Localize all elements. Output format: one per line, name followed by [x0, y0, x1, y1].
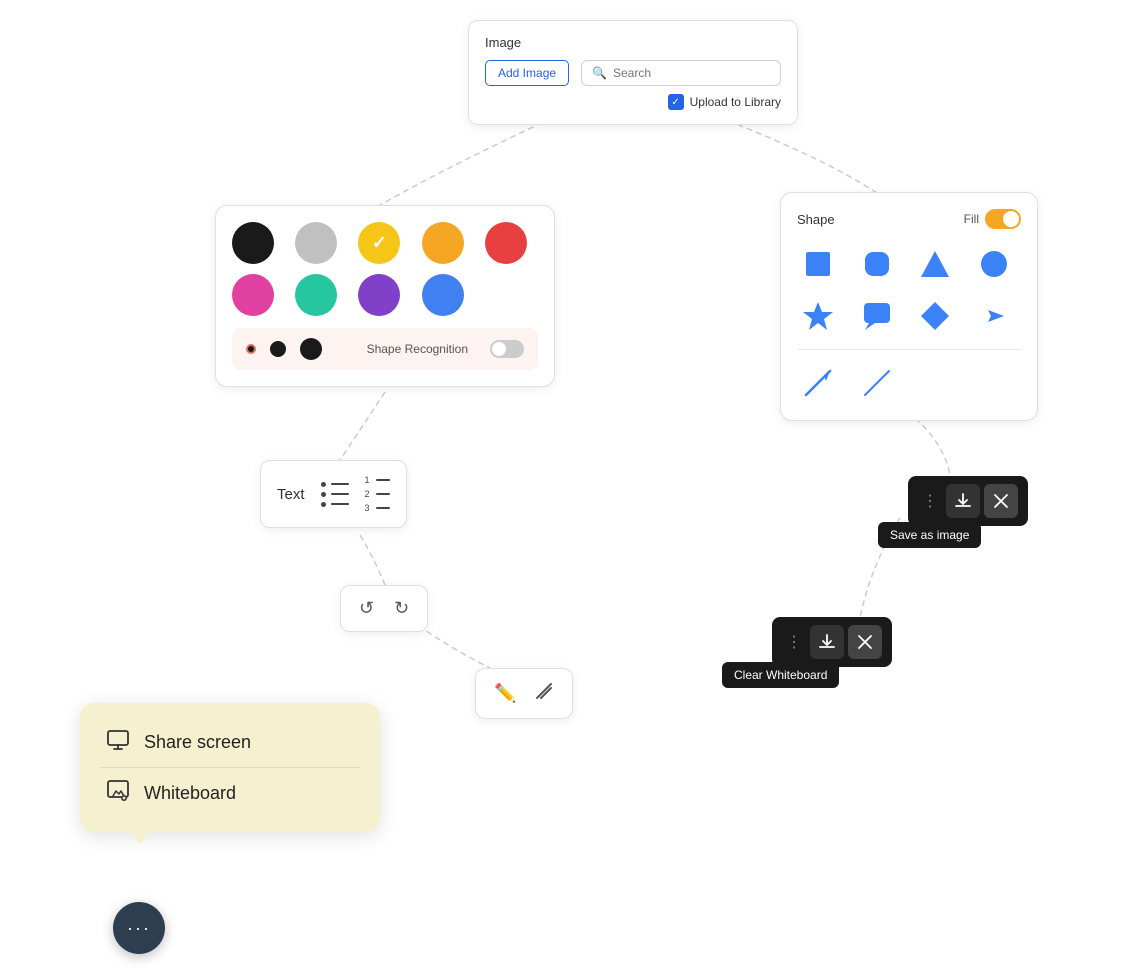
shape-arrow[interactable] [973, 295, 1015, 337]
toolbar-more-dots[interactable]: ⋮ [918, 491, 942, 511]
upload-to-library-label: Upload to Library [690, 95, 781, 109]
pen-button[interactable]: ✏️ [494, 683, 516, 704]
save-as-image-tooltip: Save as image [878, 522, 981, 548]
shape-recognition-label: Shape Recognition [367, 342, 468, 356]
search-input[interactable] [613, 66, 770, 80]
chat-bubble-button[interactable]: ··· [113, 902, 165, 954]
share-screen-label: Share screen [144, 732, 251, 753]
text-label: Text [277, 486, 305, 503]
color-panel: Shape Recognition [215, 205, 555, 387]
shape-panel: Shape Fill [780, 192, 1038, 421]
fill-label: Fill [964, 212, 979, 226]
color-grid [232, 222, 538, 316]
pen-sizes-row: Shape Recognition [232, 328, 538, 370]
context-menu: Share screen Whiteboard [80, 703, 380, 832]
color-teal[interactable] [295, 274, 337, 316]
draw-panel: ✏️ [475, 668, 573, 719]
clear-whiteboard-button[interactable] [848, 625, 882, 659]
clear-toolbar: ⋮ [772, 617, 892, 667]
pen-size-medium[interactable] [270, 341, 286, 357]
eraser-button[interactable] [534, 681, 554, 706]
shape-diagonal-line[interactable] [797, 362, 839, 404]
shape-square[interactable] [797, 243, 839, 285]
bullet-list-button[interactable] [321, 482, 349, 507]
shape-panel-header: Shape Fill [797, 209, 1021, 229]
color-gray[interactable] [295, 222, 337, 264]
clear-icon-button[interactable] [984, 484, 1018, 518]
pen-size-small[interactable] [246, 344, 256, 354]
clear-toolbar-more-dots[interactable]: ⋮ [782, 632, 806, 652]
search-box: 🔍 [581, 60, 781, 86]
add-image-button[interactable]: Add Image [485, 60, 569, 86]
whiteboard-icon [106, 778, 130, 808]
color-blue[interactable] [422, 274, 464, 316]
share-screen-icon [106, 727, 130, 757]
search-icon: 🔍 [592, 66, 607, 80]
shape-star[interactable] [797, 295, 839, 337]
color-yellow[interactable] [358, 222, 400, 264]
shapes-grid [797, 243, 1021, 404]
color-black[interactable] [232, 222, 274, 264]
color-orange[interactable] [422, 222, 464, 264]
pen-size-large[interactable] [300, 338, 322, 360]
fill-row: Fill [964, 209, 1021, 229]
shape-recognition-toggle[interactable] [490, 340, 524, 358]
whiteboard-label: Whiteboard [144, 783, 236, 804]
image-panel-title: Image [485, 35, 781, 50]
color-purple[interactable] [358, 274, 400, 316]
color-red[interactable] [485, 222, 527, 264]
text-panel: Text 1 2 3 [260, 460, 407, 528]
clear-download-button[interactable] [810, 625, 844, 659]
redo-button[interactable]: ↻ [392, 596, 411, 621]
fill-toggle[interactable] [985, 209, 1021, 229]
chat-dots-icon: ··· [127, 918, 151, 939]
whiteboard-item[interactable]: Whiteboard [100, 768, 360, 818]
share-screen-item[interactable]: Share screen [100, 717, 360, 768]
save-image-button[interactable] [946, 484, 980, 518]
shape-diamond[interactable] [914, 295, 956, 337]
undo-redo-panel: ↺ ↻ [340, 585, 428, 632]
shape-triangle[interactable] [914, 243, 956, 285]
shape-circle[interactable] [973, 243, 1015, 285]
clear-whiteboard-tooltip: Clear Whiteboard [722, 662, 839, 688]
shape-speech-bubble[interactable] [856, 295, 898, 337]
upload-checkbox[interactable]: ✓ [668, 94, 684, 110]
image-panel: Image Add Image 🔍 ✓ Upload to Library [468, 20, 798, 125]
shape-rounded-square[interactable] [856, 243, 898, 285]
shape-line[interactable] [856, 362, 898, 404]
undo-button[interactable]: ↺ [357, 596, 376, 621]
shape-panel-title: Shape [797, 212, 835, 227]
numbered-list-button[interactable]: 1 2 3 [365, 475, 390, 513]
color-pink[interactable] [232, 274, 274, 316]
